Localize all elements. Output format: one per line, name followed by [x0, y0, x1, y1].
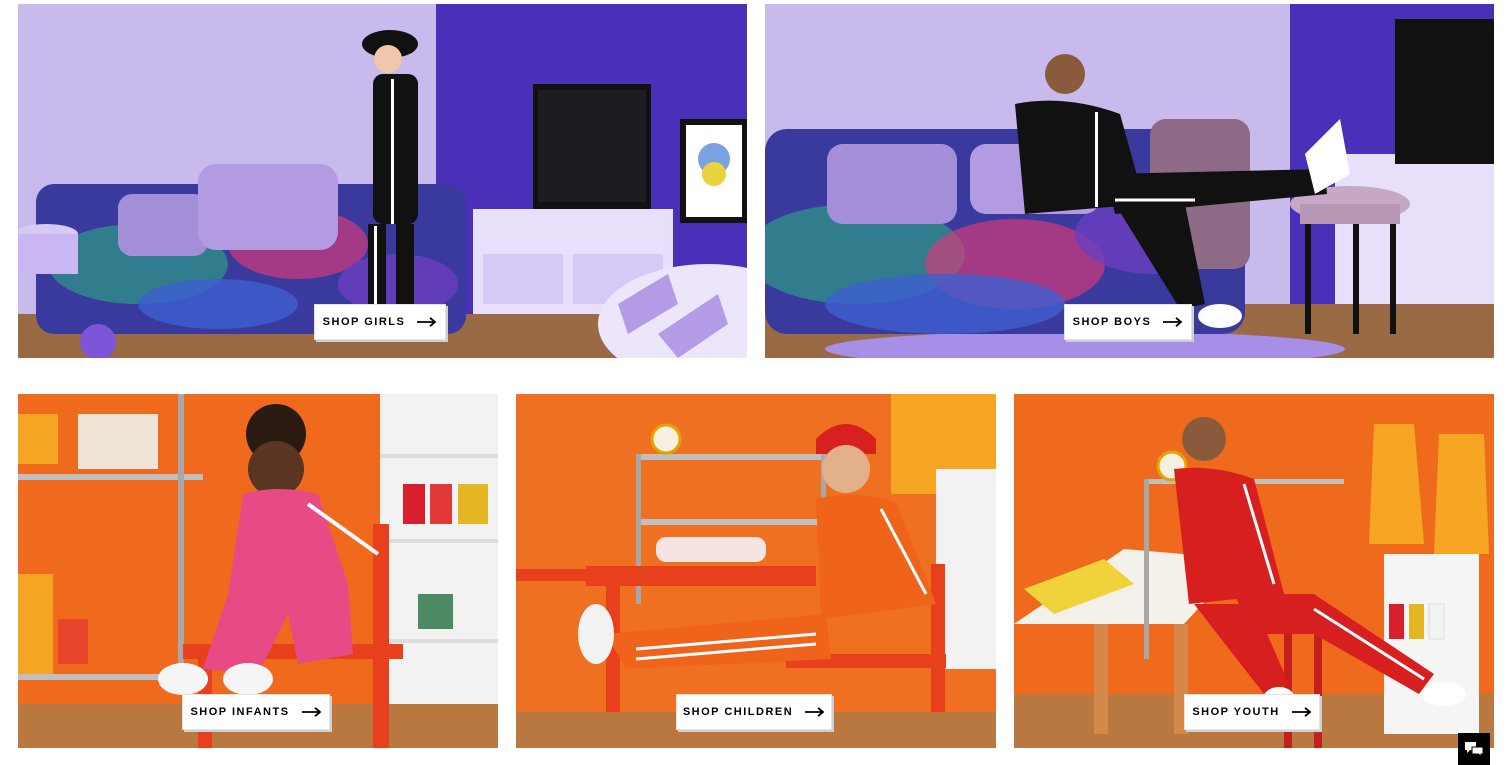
shop-boys-button[interactable]: SHOP BOYS [1064, 304, 1192, 340]
tile-shop-boys[interactable]: SHOP BOYS [765, 4, 1494, 358]
shop-boys-label: SHOP BOYS [1072, 316, 1152, 328]
shop-youth-label: SHOP YOUTH [1192, 706, 1280, 718]
shop-girls-button[interactable]: SHOP GIRLS [314, 304, 446, 340]
tile-shop-youth[interactable]: SHOP YOUTH [1014, 394, 1494, 748]
tile-shop-infants[interactable]: SHOP INFANTS [18, 394, 498, 748]
tile-shop-girls[interactable]: SHOP GIRLS [18, 4, 747, 358]
arrow-right-icon [417, 317, 437, 327]
chat-button[interactable] [1458, 733, 1490, 765]
shop-children-label: SHOP CHILDREN [682, 706, 794, 718]
shop-infants-label: SHOP INFANTS [190, 706, 290, 718]
shop-children-button[interactable]: SHOP CHILDREN [676, 694, 832, 730]
shop-girls-label: SHOP GIRLS [322, 316, 406, 328]
tile-shop-children[interactable]: SHOP CHILDREN [516, 394, 996, 748]
arrow-right-icon [301, 707, 321, 717]
chat-icon [1465, 742, 1484, 757]
shop-infants-button[interactable]: SHOP INFANTS [182, 694, 330, 730]
arrow-right-icon [1291, 707, 1312, 717]
arrow-right-icon [1163, 317, 1183, 327]
arrow-right-icon [805, 707, 825, 717]
shop-youth-button[interactable]: SHOP YOUTH [1184, 694, 1320, 730]
